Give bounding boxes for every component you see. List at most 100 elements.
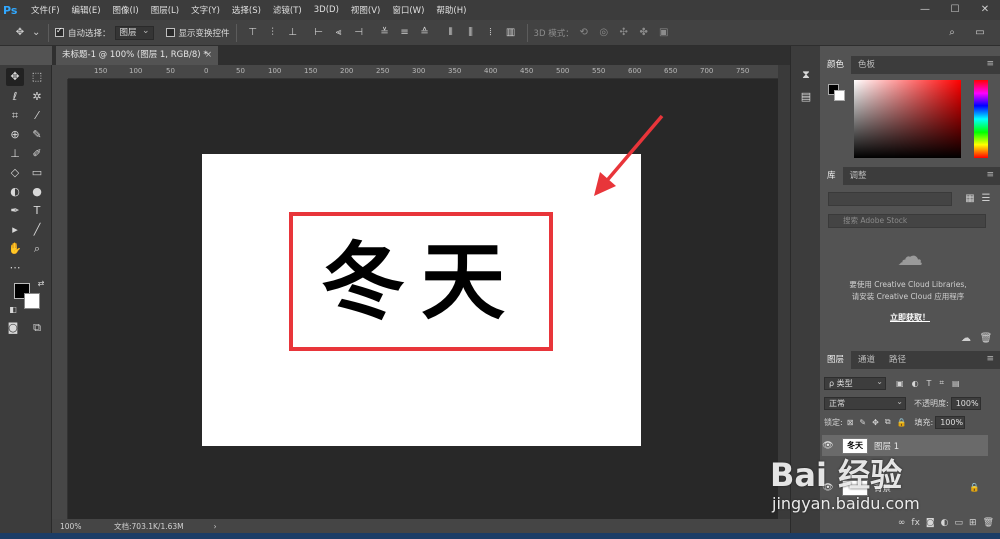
tab-adjustments[interactable]: 调整 — [843, 167, 874, 185]
menu-filter[interactable]: 滤镜(T) — [267, 4, 308, 16]
panel-menu-icon[interactable]: ≡ — [986, 59, 994, 69]
slide-3d-icon[interactable]: ✤ — [636, 26, 652, 40]
opacity-input[interactable]: 100% — [950, 396, 981, 410]
scale-3d-icon[interactable]: ▣ — [656, 26, 672, 40]
default-colors-icon[interactable]: ◧ — [4, 301, 22, 319]
marquee-tool-icon[interactable]: ⬚ — [28, 68, 46, 86]
close-button[interactable]: ✕ — [970, 0, 1000, 20]
filter-shape-icon[interactable]: ⌗ — [939, 378, 944, 388]
panel-menu-icon[interactable]: ≡ — [986, 354, 994, 364]
tab-color[interactable]: 颜色 — [820, 56, 852, 74]
horizontal-ruler[interactable]: 150 100 50 0 50 100 150 200 250 300 350 … — [68, 65, 778, 79]
background-color-swatch[interactable] — [24, 293, 40, 309]
distribute-right-icon[interactable]: ⦙ — [483, 26, 499, 40]
lock-all-icon[interactable]: 🔒 — [897, 418, 907, 427]
menu-window[interactable]: 窗口(W) — [386, 4, 430, 16]
hue-slider[interactable] — [974, 80, 988, 158]
tab-libraries[interactable]: 库 — [820, 167, 843, 185]
filter-smart-object-icon[interactable]: ▤ — [952, 379, 960, 388]
menu-layer[interactable]: 图层(L) — [145, 4, 185, 16]
quick-mask-icon[interactable]: ◙ — [4, 319, 22, 337]
lasso-tool-icon[interactable]: ℓ — [6, 88, 24, 106]
distribute-bottom-icon[interactable]: ≙ — [417, 26, 433, 40]
fill-input[interactable]: 100% — [935, 415, 966, 429]
auto-select-dropdown[interactable]: 图层 — [114, 25, 154, 40]
roll-3d-icon[interactable]: ◎ — [596, 26, 612, 40]
distribute-hcenter-icon[interactable]: ⫼ — [463, 26, 479, 40]
lock-artboard-icon[interactable]: ⧉ — [885, 417, 891, 427]
tab-swatches[interactable]: 色板 — [851, 56, 882, 74]
blur-tool-icon[interactable]: ◐ — [6, 183, 24, 201]
align-right-icon[interactable]: ⊣ — [351, 26, 367, 40]
align-vcenter-icon[interactable]: ⫶ — [265, 26, 281, 40]
menu-type[interactable]: 文字(Y) — [185, 4, 226, 16]
menu-image[interactable]: 图像(I) — [107, 4, 145, 16]
swap-colors-icon[interactable]: ⇄ — [32, 275, 50, 293]
lock-position-icon[interactable]: ✥ — [872, 418, 879, 427]
align-hcenter-icon[interactable]: ⫷ — [331, 26, 347, 40]
close-tab-icon[interactable]: × — [205, 46, 212, 65]
status-menu-icon[interactable]: › — [214, 522, 217, 531]
eraser-tool-icon[interactable]: ◇ — [6, 164, 24, 182]
zoom-tool-icon[interactable]: ⌕ — [28, 240, 46, 258]
panel-menu-icon[interactable]: ≡ — [986, 170, 994, 180]
magic-wand-tool-icon[interactable]: ✲ — [28, 88, 46, 106]
gradient-tool-icon[interactable]: ▭ — [28, 164, 46, 182]
auto-select-checkbox[interactable] — [55, 26, 64, 37]
minimize-button[interactable]: — — [910, 0, 940, 20]
move-tool-icon[interactable]: ✥ — [6, 68, 24, 86]
menu-3d[interactable]: 3D(D) — [308, 5, 345, 15]
zoom-level[interactable]: 100% — [60, 522, 100, 531]
library-dropdown[interactable] — [828, 192, 952, 206]
crop-tool-icon[interactable]: ⌗ — [6, 107, 24, 125]
cloud-sync-icon[interactable]: ☁ — [958, 332, 974, 346]
auto-align-icon[interactable]: ▥ — [503, 26, 519, 40]
align-top-icon[interactable]: ⊤ — [245, 26, 261, 40]
menu-file[interactable]: 文件(F) — [25, 4, 66, 16]
path-selection-tool-icon[interactable]: ▸ — [6, 221, 24, 239]
tab-paths[interactable]: 路径 — [882, 351, 913, 369]
distribute-top-icon[interactable]: ≚ — [377, 26, 393, 40]
maximize-button[interactable]: ☐ — [940, 0, 970, 20]
type-tool-icon[interactable]: T — [28, 202, 46, 220]
clone-stamp-tool-icon[interactable]: ⊥ — [6, 145, 24, 163]
lock-pixels-icon[interactable]: ✎ — [859, 418, 866, 427]
properties-panel-icon[interactable]: ▤ — [797, 88, 815, 106]
search-icon[interactable]: ⌕ — [944, 26, 960, 40]
distribute-vcenter-icon[interactable]: ≡ — [397, 26, 413, 40]
color-picker-field[interactable] — [854, 80, 961, 158]
menu-edit[interactable]: 编辑(E) — [66, 4, 107, 16]
orbit-3d-icon[interactable]: ⟲ — [576, 26, 592, 40]
document-tab[interactable]: 未标题-1 @ 100% (图层 1, RGB/8) * × — [56, 46, 218, 65]
distribute-left-icon[interactable]: ⦀ — [443, 26, 459, 40]
pen-tool-icon[interactable]: ✒ — [6, 202, 24, 220]
grid-view-icon[interactable]: ▦ — [962, 192, 978, 206]
brush-tool-icon[interactable]: ✎ — [28, 126, 46, 144]
filter-pixel-icon[interactable]: ▣ — [896, 379, 904, 388]
line-tool-icon[interactable]: ╱ — [28, 221, 46, 239]
tab-channels[interactable]: 通道 — [851, 351, 882, 369]
vertical-ruler[interactable] — [52, 79, 68, 519]
filter-adjustment-icon[interactable]: ◐ — [912, 379, 919, 388]
pan-3d-icon[interactable]: ✣ — [616, 26, 632, 40]
eyedropper-tool-icon[interactable]: ⁄ — [28, 107, 46, 125]
color-panel-background-swatch[interactable] — [834, 90, 845, 101]
tab-layers[interactable]: 图层 — [820, 351, 852, 369]
history-panel-icon[interactable]: ⧗ — [797, 66, 815, 84]
hand-tool-icon[interactable]: ✋ — [6, 240, 24, 258]
blend-mode-dropdown[interactable]: 正常 — [824, 396, 906, 410]
align-left-icon[interactable]: ⊢ — [311, 26, 327, 40]
trash-icon[interactable]: 🗑 — [978, 332, 994, 346]
healing-brush-tool-icon[interactable]: ⊕ — [6, 126, 24, 144]
adobe-stock-search-input[interactable]: 搜索 Adobe Stock — [828, 214, 986, 228]
move-tool-preset-icon[interactable]: ✥ — [12, 26, 28, 40]
menu-select[interactable]: 选择(S) — [226, 4, 267, 16]
visibility-eye-icon[interactable]: 👁 — [822, 441, 834, 451]
align-bottom-icon[interactable]: ⊥ — [285, 26, 301, 40]
list-view-icon[interactable]: ☰ — [978, 192, 994, 206]
show-transform-checkbox[interactable] — [165, 28, 175, 37]
chevron-down-icon[interactable]: ⌄ — [32, 26, 40, 40]
screen-mode-icon[interactable]: ⧉ — [28, 319, 46, 337]
dodge-tool-icon[interactable]: ● — [28, 183, 46, 201]
filter-type-icon[interactable]: T — [927, 379, 932, 388]
